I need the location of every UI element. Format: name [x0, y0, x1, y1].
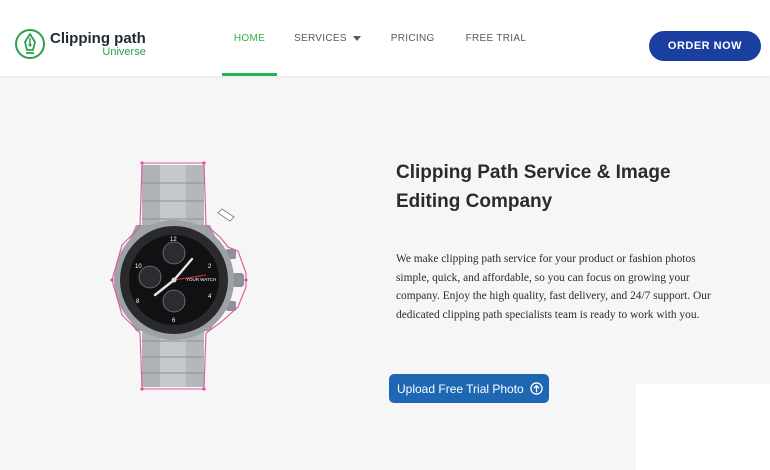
logo-subtitle: Universe	[102, 45, 146, 58]
hero-description: We make clipping path service for your p…	[396, 253, 711, 321]
order-now-button[interactable]: ORDER NOW	[649, 31, 761, 61]
nav-pricing[interactable]: PRICING	[391, 0, 435, 76]
dial-numeral: 10	[135, 264, 142, 270]
hero-headline: Clipping Path Service & Image Editing Co…	[396, 158, 726, 216]
chevron-down-icon	[352, 35, 361, 41]
logo-pen-icon	[15, 29, 45, 59]
nav-free-trial-label: FREE TRIAL	[465, 32, 527, 44]
main-nav: HOME SERVICES PRICING FREE TRIAL	[222, 0, 526, 76]
nav-pricing-label: PRICING	[390, 32, 435, 44]
site-header: Clipping path Universe HOME SERVICES PRI…	[0, 0, 770, 76]
nav-free-trial[interactable]: FREE TRIAL	[466, 0, 527, 76]
watch-image: 2 4 6 8 10 12 YOUR WATCH	[110, 161, 248, 391]
arrow-up-circle-icon	[530, 382, 543, 395]
upload-free-trial-button[interactable]: Upload Free Trial Photo	[389, 374, 549, 403]
logo[interactable]: Clipping path Universe	[14, 28, 146, 60]
watch-brand-label: YOUR WATCH	[186, 277, 216, 282]
hero-headline-line1: Clipping Path Service & Image	[396, 162, 671, 183]
logo-title: Clipping path	[50, 29, 146, 47]
upload-button-label: Upload Free Trial Photo	[397, 381, 524, 396]
corner-panel	[636, 384, 770, 470]
nav-services[interactable]: SERVICES	[294, 0, 361, 76]
nav-home-label: HOME	[233, 32, 266, 44]
hero-headline-line2: Editing Company	[396, 191, 553, 212]
dial-numeral: 12	[170, 237, 177, 243]
nav-home[interactable]: HOME	[222, 0, 277, 76]
nav-services-label: SERVICES	[294, 32, 347, 44]
